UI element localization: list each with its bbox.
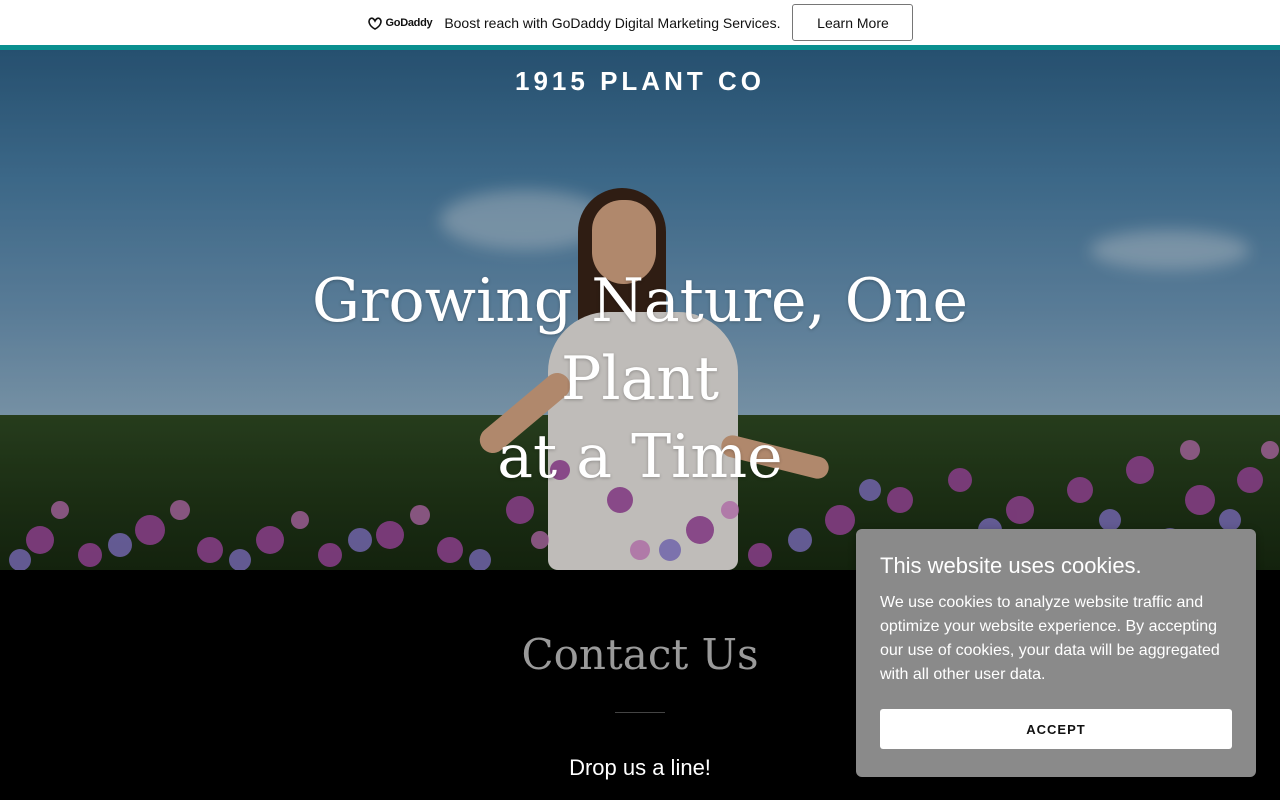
promo-content: GoDaddy Boost reach with GoDaddy Digital… (367, 4, 914, 41)
cookie-banner: This website uses cookies. We use cookie… (856, 529, 1256, 777)
godaddy-logo-text: GoDaddy (385, 16, 433, 29)
godaddy-logo: GoDaddy (367, 16, 433, 30)
site-brand[interactable]: 1915 PLANT CO (0, 66, 1280, 97)
cookie-title: This website uses cookies. (880, 553, 1142, 578)
godaddy-icon (367, 16, 382, 30)
hero-section: 1915 PLANT CO Growing Nature, One Plant … (0, 50, 1280, 570)
accept-cookies-button[interactable]: ACCEPT (880, 709, 1232, 749)
learn-more-button[interactable]: Learn More (792, 4, 914, 41)
promo-bar: GoDaddy Boost reach with GoDaddy Digital… (0, 0, 1280, 45)
section-divider (615, 712, 665, 713)
hero-headline-line1: Growing Nature, One Plant (311, 266, 969, 414)
hero-headline-line2: at a Time (497, 422, 783, 492)
hero-headline: Growing Nature, One Plant at a Time (240, 262, 1040, 496)
promo-message: Boost reach with GoDaddy Digital Marketi… (444, 14, 781, 31)
cookie-body: We use cookies to analyze website traffi… (880, 594, 1220, 683)
